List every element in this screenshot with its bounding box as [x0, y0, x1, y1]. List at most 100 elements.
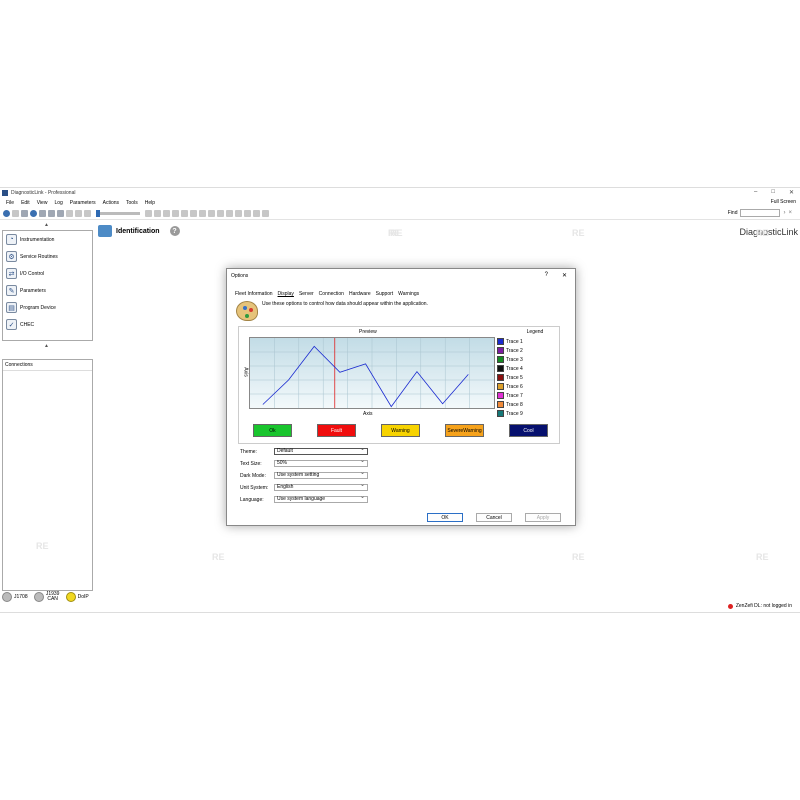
fast-forward-icon[interactable]: [145, 209, 152, 217]
menu-parameters[interactable]: Parameters: [70, 200, 96, 206]
nav-item-instrumentation[interactable]: ◔ Instrumentation: [3, 231, 92, 248]
status-label: J1708: [14, 593, 28, 600]
theme-row: Theme: Default: [240, 447, 368, 455]
record-icon[interactable]: [48, 209, 55, 217]
export-icon[interactable]: [262, 209, 269, 217]
wrench-icon: ⚙: [6, 251, 17, 262]
ok-button[interactable]: OK: [427, 513, 463, 522]
tab-connection[interactable]: Connection: [319, 291, 344, 297]
back-icon[interactable]: [3, 209, 10, 217]
legend-swatch: [497, 338, 504, 345]
nav-item-label: Service Routines: [20, 253, 58, 260]
dialog-help-button[interactable]: ?: [545, 272, 548, 279]
tab-fleet-information[interactable]: Fleet Information: [235, 291, 273, 297]
status-severe-warning-button[interactable]: SevereWarning: [445, 424, 484, 437]
unit-system-select[interactable]: English: [274, 483, 368, 491]
dialog-close-button[interactable]: ✕: [562, 272, 567, 279]
window-title: DiagnosticLink - Professional: [11, 190, 76, 196]
skip-forward-icon[interactable]: [154, 209, 161, 217]
legend-label: Trace 3: [506, 356, 523, 363]
status-ok-button[interactable]: Ok: [253, 424, 292, 437]
nav-item-program-device[interactable]: ▤ Program Device: [3, 299, 92, 316]
paste-icon[interactable]: [190, 209, 197, 217]
theme-select[interactable]: Default: [274, 447, 368, 455]
legend-swatch: [497, 410, 504, 417]
nav-collapse-icon[interactable]: ▲: [44, 222, 49, 228]
skip-back-icon[interactable]: [66, 209, 73, 217]
menu-help[interactable]: Help: [145, 200, 155, 206]
zoom-icon[interactable]: [172, 209, 179, 217]
find-input[interactable]: [740, 209, 781, 217]
playback-slider[interactable]: [96, 209, 140, 217]
options-dialog: Options ? ✕ Fleet Information Display Se…: [226, 268, 576, 526]
legend-item: Trace 3: [497, 355, 557, 364]
status-fault-button[interactable]: Fault: [317, 424, 356, 437]
forward-icon[interactable]: [12, 209, 19, 217]
menu-tools[interactable]: Tools: [126, 200, 138, 206]
status-button-label: Ok: [269, 427, 276, 434]
panel-splitter-icon[interactable]: ▲: [44, 343, 49, 349]
tab-server[interactable]: Server: [299, 291, 314, 297]
menu-actions[interactable]: Actions: [103, 200, 119, 206]
find-clear-icon[interactable]: ×: [788, 210, 792, 216]
tab-display[interactable]: Display: [278, 291, 294, 297]
undo-icon[interactable]: [235, 209, 242, 217]
remove-icon[interactable]: [217, 209, 224, 217]
chart-icon[interactable]: [163, 209, 170, 217]
nav-item-parameters[interactable]: ✎ Parameters: [3, 282, 92, 299]
unit-system-row: Unit System: English: [240, 483, 368, 491]
dark-mode-select[interactable]: Use system setting: [274, 471, 368, 479]
watermark: RE: [390, 228, 403, 238]
connections-header: Connections: [3, 360, 92, 371]
watermark: RE: [212, 552, 225, 562]
restore-button[interactable]: □: [771, 189, 775, 196]
cancel-button[interactable]: Cancel: [476, 513, 512, 522]
play-icon[interactable]: [57, 209, 64, 217]
filter-icon[interactable]: [244, 209, 251, 217]
add-icon[interactable]: [208, 209, 215, 217]
check-icon: ✓: [6, 319, 17, 330]
y-axis-label: Axis: [242, 367, 249, 377]
copy-icon[interactable]: [181, 209, 188, 217]
nav-item-chec[interactable]: ✓ CHEC: [3, 316, 92, 333]
tab-support[interactable]: Support: [376, 291, 394, 297]
full-screen-button[interactable]: Full Screen: [771, 199, 796, 205]
nav-item-io-control[interactable]: ⇄ I/O Control: [3, 265, 92, 282]
find-next-icon[interactable]: ›: [783, 210, 785, 216]
apply-button[interactable]: Apply: [525, 513, 561, 522]
chip-icon: ▤: [6, 302, 17, 313]
folder-icon[interactable]: [39, 209, 46, 217]
tab-hardware[interactable]: Hardware: [349, 291, 371, 297]
minimize-button[interactable]: –: [754, 189, 757, 196]
text-size-select[interactable]: 50%: [274, 459, 368, 467]
x-axis-label: Axis: [363, 411, 373, 417]
menu-edit[interactable]: Edit: [21, 200, 30, 206]
preview-label: Preview: [359, 329, 377, 335]
gauge-icon: ◔: [6, 234, 17, 245]
login-status-icon: [727, 603, 733, 609]
language-select[interactable]: Use system language: [274, 495, 368, 503]
navigation-panel: ◔ Instrumentation ⚙ Service Routines ⇄ I/O …: [2, 230, 93, 341]
find-area: Find › ×: [728, 209, 792, 217]
delete-icon[interactable]: [199, 209, 206, 217]
close-button[interactable]: ✕: [789, 189, 794, 196]
title-bar: DiagnosticLink - Professional – □ ✕: [0, 188, 800, 198]
menu-log[interactable]: Log: [54, 200, 62, 206]
print-icon[interactable]: [21, 209, 28, 217]
rewind-icon[interactable]: [75, 209, 82, 217]
nav-item-label: Parameters: [20, 287, 46, 294]
menu-file[interactable]: File: [6, 200, 14, 206]
status-warning-button[interactable]: Warning: [381, 424, 420, 437]
step-icon[interactable]: [84, 209, 91, 217]
status-button-label: Fault: [330, 427, 343, 434]
nav-item-service-routines[interactable]: ⚙ Service Routines: [3, 248, 92, 265]
tab-warnings[interactable]: Warnings: [398, 291, 419, 297]
help-icon[interactable]: ?: [169, 226, 180, 236]
status-cool-button[interactable]: Cool: [509, 424, 548, 437]
login-status: ZenZefi DL: not logged in: [727, 603, 792, 609]
connect-icon[interactable]: [30, 209, 37, 217]
settings-icon[interactable]: [253, 209, 260, 217]
refresh-icon[interactable]: [226, 209, 233, 217]
palette-icon: [236, 301, 258, 321]
menu-view[interactable]: View: [37, 200, 48, 206]
